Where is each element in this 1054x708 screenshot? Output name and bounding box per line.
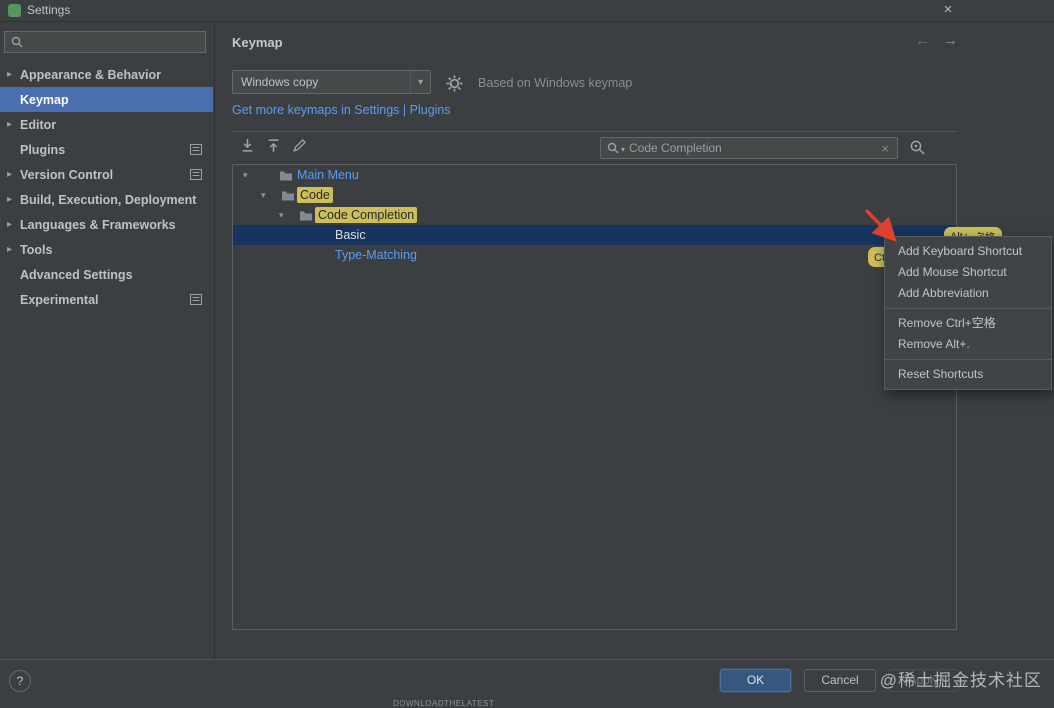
back-arrow-icon[interactable]: ← xyxy=(915,32,930,49)
sidebar-item-list: ▸ Appearance & Behavior Keymap ▸ Editor … xyxy=(0,62,213,312)
sidebar-item-appearance-behavior[interactable]: ▸ Appearance & Behavior xyxy=(0,62,213,87)
chevron-right-icon[interactable]: ▸ xyxy=(7,219,12,230)
folder-icon xyxy=(279,165,293,185)
toolbar-divider xyxy=(232,131,957,132)
folder-icon xyxy=(299,205,313,225)
tree-node-label: Main Menu xyxy=(297,168,359,182)
search-icon xyxy=(11,36,23,48)
sidebar-item-label: Tools xyxy=(20,242,53,257)
menu-separator xyxy=(885,308,1051,309)
chevron-down-icon: ▾ xyxy=(410,71,430,93)
tree-row-type-matching[interactable]: Type-Matching Ctrl+Shift+空格 xyxy=(233,245,956,267)
sidebar-item-label: Advanced Settings xyxy=(20,267,133,282)
tree-node-label: Basic xyxy=(335,228,366,242)
chevron-right-icon[interactable]: ▸ xyxy=(7,119,12,130)
get-more-keymaps-link[interactable]: Get more keymaps in Settings | Plugins xyxy=(232,103,451,117)
tree-node-label-highlighted: Code xyxy=(297,187,333,203)
red-annotation-arrow xyxy=(864,208,897,242)
sidebar-item-languages-frameworks[interactable]: ▸ Languages & Frameworks xyxy=(0,212,213,237)
clear-search-icon[interactable]: × xyxy=(879,141,891,156)
menu-item-remove-alt-period[interactable]: Remove Alt+. xyxy=(885,334,1051,355)
chevron-down-icon[interactable]: ▾ xyxy=(279,205,284,225)
sidebar-item-label: Build, Execution, Deployment xyxy=(20,192,197,207)
forward-arrow-icon[interactable]: → xyxy=(943,32,958,49)
sidebar-item-experimental[interactable]: Experimental xyxy=(0,287,213,312)
settings-indicator-icon xyxy=(190,144,202,155)
menu-item-remove-ctrl-space[interactable]: Remove Ctrl+空格 xyxy=(885,313,1051,334)
gear-icon xyxy=(446,75,462,91)
window-title: Settings xyxy=(27,3,71,17)
settings-app-icon xyxy=(8,4,21,17)
clipped-bottom-text: DOWNLOADTHELATEST xyxy=(393,699,495,708)
menu-item-add-mouse-shortcut[interactable]: Add Mouse Shortcut xyxy=(885,262,1051,283)
sidebar-item-label: Keymap xyxy=(20,92,69,107)
folder-icon xyxy=(281,185,295,205)
expand-all-icon xyxy=(242,139,253,152)
sidebar-item-tools[interactable]: ▸ Tools xyxy=(0,237,213,262)
footer-divider xyxy=(0,659,1054,660)
menu-separator xyxy=(885,359,1051,360)
chevron-down-icon[interactable]: ▾ xyxy=(261,185,266,205)
search-options-chevron-icon[interactable]: ▾ xyxy=(621,145,625,154)
sidebar-item-label: Languages & Frameworks xyxy=(20,217,176,232)
sidebar-item-label: Experimental xyxy=(20,292,99,307)
edit-shortcut-button[interactable] xyxy=(292,138,308,154)
chevron-right-icon[interactable]: ▸ xyxy=(7,69,12,80)
search-icon xyxy=(607,142,619,154)
help-icon: ? xyxy=(16,674,24,688)
shortcut-search-input[interactable] xyxy=(629,141,880,155)
sidebar-item-version-control[interactable]: ▸ Version Control xyxy=(0,162,213,187)
menu-item-add-abbreviation[interactable]: Add Abbreviation xyxy=(885,283,1051,304)
keymap-scheme-value: Windows copy xyxy=(241,75,319,89)
settings-indicator-icon xyxy=(190,294,202,305)
chevron-right-icon[interactable]: ▸ xyxy=(7,194,12,205)
tree-node-label-highlighted: Code xyxy=(315,207,351,223)
tree-node-label-highlighted: Completion xyxy=(348,207,418,223)
sidebar-item-editor[interactable]: ▸ Editor xyxy=(0,112,213,137)
scheme-settings-button[interactable] xyxy=(444,73,464,93)
watermark-text: @稀土掘金技术社区 xyxy=(879,671,1042,690)
collapse-all-button[interactable] xyxy=(266,138,282,154)
shortcut-context-menu: Add Keyboard Shortcut Add Mouse Shortcut… xyxy=(884,236,1052,390)
close-icon[interactable]: × xyxy=(939,1,957,18)
settings-sidebar: ▸ Appearance & Behavior Keymap ▸ Editor … xyxy=(0,22,215,660)
keymap-tree: ▾ Main Menu ▾ Code ▾ Code Completion Bas… xyxy=(232,164,1002,630)
settings-indicator-icon xyxy=(190,169,202,180)
menu-item-reset-shortcuts[interactable]: Reset Shortcuts xyxy=(885,364,1051,385)
sidebar-search-box[interactable] xyxy=(4,31,206,53)
page-title: Keymap xyxy=(232,35,283,50)
sidebar-item-plugins[interactable]: Plugins xyxy=(0,137,213,162)
chevron-right-icon[interactable]: ▸ xyxy=(7,169,12,180)
based-on-keymap-text: Based on Windows keymap xyxy=(478,76,633,90)
tree-row-code[interactable]: ▾ Code xyxy=(233,185,956,205)
tree-row-basic-selected[interactable]: Basic Ctrl+空格 Alt+. xyxy=(233,225,1002,247)
sidebar-item-build-execution-deployment[interactable]: ▸ Build, Execution, Deployment xyxy=(0,187,213,212)
sidebar-item-label: Editor xyxy=(20,117,57,132)
sidebar-item-label: Version Control xyxy=(20,167,114,182)
find-by-shortcut-icon xyxy=(910,140,925,155)
collapse-all-icon xyxy=(268,139,279,152)
pencil-icon xyxy=(293,139,306,152)
cancel-button[interactable]: Cancel xyxy=(804,669,876,692)
shortcut-search-box[interactable]: ▾ × xyxy=(600,137,898,159)
title-bar: Settings × xyxy=(0,0,1054,22)
tree-row-main-menu[interactable]: ▾ Main Menu xyxy=(233,165,956,185)
chevron-down-icon[interactable]: ▾ xyxy=(243,165,248,185)
expand-all-button[interactable] xyxy=(240,138,256,154)
keymap-scheme-select[interactable]: Windows copy ▾ xyxy=(232,70,431,94)
sidebar-item-label: Plugins xyxy=(20,142,66,157)
sidebar-item-keymap[interactable]: Keymap xyxy=(0,87,213,112)
tree-row-code-completion[interactable]: ▾ Code Completion xyxy=(233,205,956,225)
sidebar-search-input[interactable] xyxy=(28,35,199,49)
settings-window: { "window": { "title": "Settings" }, "ic… xyxy=(0,0,1054,708)
sidebar-item-label: Appearance & Behavior xyxy=(20,67,162,82)
tree-node-label: Type-Matching xyxy=(335,248,417,262)
help-button[interactable]: ? xyxy=(9,670,31,692)
find-actions-by-shortcut-button[interactable] xyxy=(909,139,927,157)
ok-button[interactable]: OK xyxy=(720,669,791,692)
chevron-right-icon[interactable]: ▸ xyxy=(7,244,12,255)
sidebar-item-advanced-settings[interactable]: Advanced Settings xyxy=(0,262,213,287)
